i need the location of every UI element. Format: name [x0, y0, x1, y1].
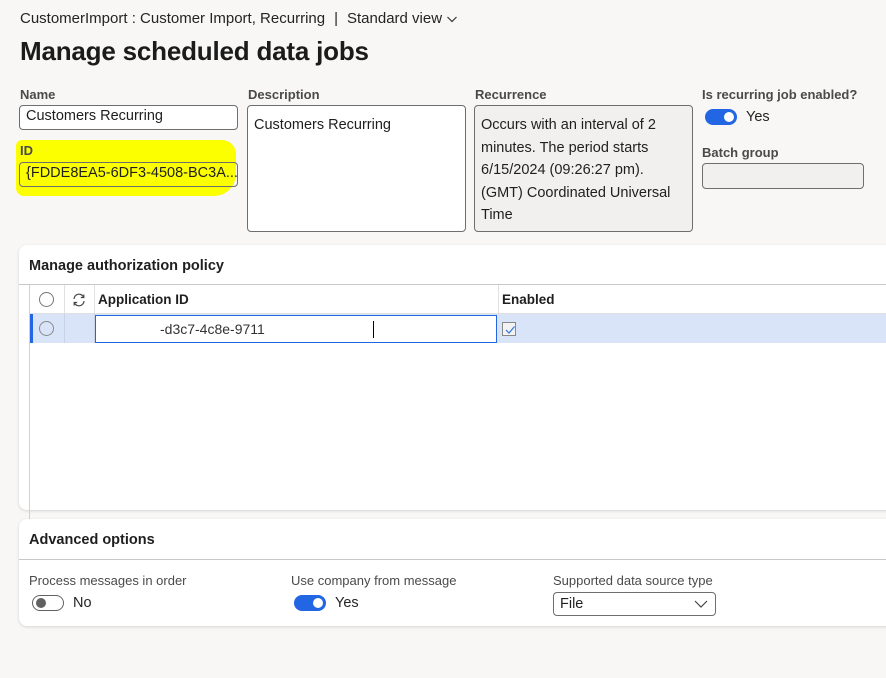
column-divider: [94, 285, 95, 314]
name-label: Name: [20, 87, 56, 102]
column-divider: [64, 314, 65, 343]
advanced-options-title: Advanced options: [29, 532, 155, 548]
select-all-radio[interactable]: [39, 292, 54, 307]
toggle-switch[interactable]: [294, 595, 326, 611]
recurrence-label: Recurrence: [475, 87, 547, 102]
recurrence-field: Occurs with an interval of 2 minutes. Th…: [474, 105, 693, 232]
name-field[interactable]: Customers Recurring: [19, 105, 238, 130]
description-label: Description: [248, 87, 320, 102]
row-select-cell[interactable]: [39, 314, 54, 343]
toggle-switch[interactable]: [705, 109, 737, 125]
application-id-value: -d3c7-4c8e-9711: [160, 321, 265, 337]
batch-group-field[interactable]: [702, 163, 864, 189]
checkmark-icon: [505, 325, 515, 334]
refresh-icon[interactable]: [71, 292, 87, 308]
text-caret: [373, 321, 374, 338]
refresh-cell[interactable]: [71, 285, 87, 314]
advanced-options-card: Advanced options Process messages in ord…: [19, 519, 886, 626]
application-id-input[interactable]: -d3c7-4c8e-9711: [95, 315, 497, 343]
recurrence-line: (GMT) Coordinated Universal: [481, 184, 671, 201]
selected-row-indicator: [30, 314, 33, 343]
breadcrumb: CustomerImport : Customer Import, Recurr…: [20, 10, 458, 27]
recurrence-line: Occurs with an interval of 2: [481, 117, 656, 133]
use-company-toggle[interactable]: Yes: [294, 595, 359, 611]
toggle-value: Yes: [746, 109, 770, 125]
id-field[interactable]: {FDDE8EA5-6DF3-4508-BC3A...: [19, 162, 238, 187]
enabled-checkbox[interactable]: [502, 321, 516, 336]
description-field[interactable]: Customers Recurring: [247, 105, 466, 232]
column-header-application-id[interactable]: Application ID: [98, 285, 189, 314]
recurring-enabled-label: Is recurring job enabled?: [702, 87, 858, 102]
enabled-cell[interactable]: [502, 314, 516, 343]
id-label: ID: [20, 143, 33, 158]
recurring-enabled-toggle[interactable]: Yes: [705, 109, 770, 125]
toggle-switch[interactable]: [32, 595, 64, 611]
table-row[interactable]: -d3c7-4c8e-9711: [30, 314, 886, 343]
row-select-radio[interactable]: [39, 321, 54, 336]
recurrence-line: minutes. The period starts: [481, 139, 649, 156]
view-label: Standard view: [347, 10, 443, 27]
chevron-down-icon: [694, 600, 708, 608]
process-in-order-label: Process messages in order: [29, 573, 187, 588]
batch-group-label: Batch group: [702, 145, 779, 160]
data-source-type-label: Supported data source type: [553, 573, 713, 588]
recurrence-line: Time: [481, 207, 513, 223]
process-in-order-toggle[interactable]: No: [32, 595, 92, 611]
select-all-cell[interactable]: [39, 285, 54, 314]
view-selector[interactable]: Standard view: [347, 10, 458, 27]
column-divider: [498, 285, 499, 314]
divider: [19, 559, 886, 560]
recurrence-line: 6/15/2024 (09:26:27 pm).: [481, 162, 644, 178]
use-company-label: Use company from message: [291, 573, 457, 588]
toggle-value: Yes: [335, 595, 359, 611]
chevron-down-icon: [447, 16, 457, 22]
toggle-value: No: [73, 595, 92, 611]
breadcrumb-separator: |: [334, 10, 338, 27]
authorization-title: Manage authorization policy: [29, 258, 224, 274]
grid-header: Application ID Enabled: [30, 285, 886, 314]
page-title: Manage scheduled data jobs: [20, 36, 369, 66]
column-divider: [64, 285, 65, 314]
breadcrumb-text: CustomerImport : Customer Import, Recurr…: [20, 10, 326, 27]
column-header-enabled[interactable]: Enabled: [502, 285, 555, 314]
authorization-grid: Application ID Enabled -d3c7-4c8e-9711: [29, 285, 886, 521]
data-source-type-select[interactable]: File: [553, 592, 716, 616]
authorization-card: Manage authorization policy Application …: [19, 245, 886, 521]
select-value: File: [560, 596, 584, 612]
